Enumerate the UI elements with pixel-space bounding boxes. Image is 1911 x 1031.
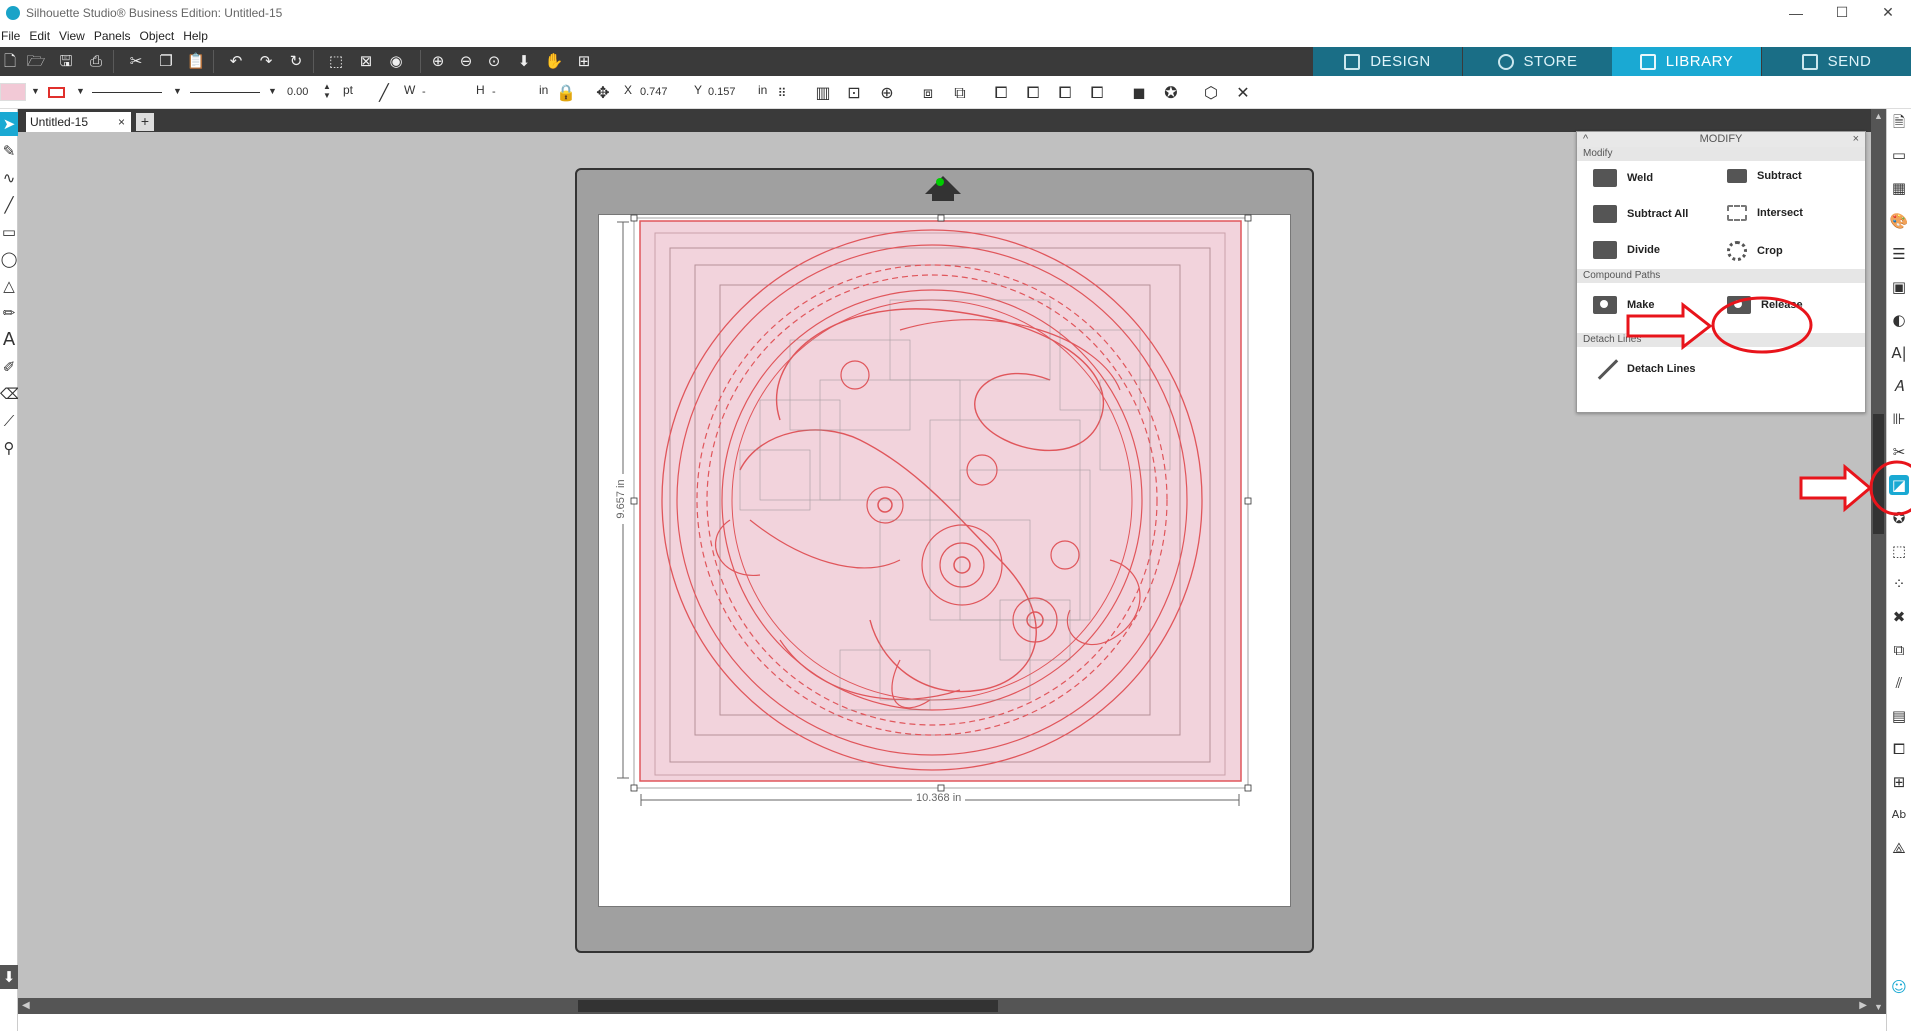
color-palette-icon[interactable]: 🎨 [1889, 211, 1909, 231]
close-panel-icon[interactable]: × [1853, 132, 1859, 147]
replicate-icon[interactable]: ✪ [1889, 508, 1909, 528]
scroll-right-icon[interactable]: ▶ [1859, 1000, 1867, 1011]
trace-icon[interactable]: ⁘ [1889, 574, 1909, 594]
nesting-icon[interactable]: ▤ [1889, 706, 1909, 726]
warp-icon[interactable]: ⟁ [1889, 838, 1909, 858]
weld-label: Weld [1627, 172, 1654, 184]
divide-icon [1593, 241, 1617, 259]
pixscan-icon[interactable]: ▦ [1889, 178, 1909, 198]
scroll-left-icon[interactable]: ◀ [22, 1000, 30, 1011]
modify-panel: ^ MODIFY × Modify Weld Subtract Subtract… [1576, 131, 1866, 413]
transform-panel-icon[interactable]: ✂ [1889, 442, 1909, 462]
detach-lines-button[interactable]: Detach Lines [1593, 360, 1695, 378]
intersect-button[interactable]: Intersect [1727, 205, 1803, 221]
detach-lines-icon [1593, 360, 1617, 378]
collapse-panel-icon[interactable]: ^ [1583, 132, 1588, 147]
divide-label: Divide [1627, 244, 1661, 256]
offset-icon[interactable]: ⬚ [1889, 541, 1909, 561]
horizontal-scroll-thumb[interactable] [578, 1000, 998, 1012]
modify-panel-title: MODIFY [1699, 133, 1743, 145]
vertical-scroll-thumb[interactable] [1873, 414, 1884, 534]
scroll-down-icon[interactable]: ▼ [1874, 1002, 1883, 1012]
align-panel-icon[interactable]: ⊪ [1889, 409, 1909, 429]
help-support-icon[interactable]: ☺ [1889, 977, 1909, 997]
print-cut-icon[interactable]: ⧠ [1889, 739, 1909, 759]
text-to-path-icon[interactable]: 𝐴 [1889, 376, 1909, 396]
release-compound-icon [1727, 296, 1751, 314]
height-dimension-label: 9.657 in [615, 474, 627, 524]
scroll-up-icon[interactable]: ▲ [1874, 111, 1883, 121]
layers-icon[interactable]: ⧉ [1889, 640, 1909, 660]
text-style-icon[interactable]: A| [1889, 343, 1909, 363]
release-compound-button[interactable]: Release [1727, 296, 1803, 314]
page-setup-icon[interactable]: 🗎 [1889, 112, 1909, 132]
make-compound-button[interactable]: Make [1593, 296, 1655, 314]
divide-button[interactable]: Divide [1593, 241, 1660, 259]
modify-panel-icon[interactable]: ◪ [1889, 475, 1909, 495]
subtract-button[interactable]: Subtract [1727, 169, 1802, 183]
release-compound-label: Release [1761, 299, 1803, 311]
sketch-icon[interactable]: ⊞ [1889, 772, 1909, 792]
app-window: Silhouette Studio® Business Edition: Unt… [0, 0, 1911, 1031]
subtract-label: Subtract [1757, 170, 1802, 182]
horizontal-scrollbar[interactable]: ◀ ▶ [18, 998, 1871, 1014]
fill-panel-icon[interactable]: ▭ [1889, 145, 1909, 165]
image-effects-icon[interactable]: ▣ [1889, 277, 1909, 297]
section-detach-lines: Detach Lines [1577, 333, 1865, 347]
make-compound-icon [1593, 296, 1617, 314]
intersect-icon [1727, 205, 1747, 221]
subtract-all-icon [1593, 205, 1617, 223]
modify-panel-header: ^ MODIFY × [1577, 132, 1865, 147]
weld-icon [1593, 169, 1617, 187]
crop-button[interactable]: Crop [1727, 241, 1783, 261]
design-artwork [639, 220, 1242, 782]
line-style-panel-icon[interactable]: ☰ [1889, 244, 1909, 264]
subtract-all-button[interactable]: Subtract All [1593, 205, 1688, 223]
knife-panel-icon[interactable]: ✖ [1889, 607, 1909, 627]
detach-lines-label: Detach Lines [1627, 363, 1696, 375]
font-panel-icon[interactable]: Ab [1889, 805, 1909, 825]
section-compound-paths: Compound Paths [1577, 269, 1865, 283]
crop-label: Crop [1757, 245, 1783, 257]
transparency-icon[interactable]: ◐ [1889, 310, 1909, 330]
subtract-all-label: Subtract All [1627, 208, 1689, 220]
make-compound-label: Make [1627, 299, 1655, 311]
right-panel-toolbar: 🗎 ▭ ▦ 🎨 ☰ ▣ ◐ A| 𝐴 ⊪ ✂ ◪ ✪ ⬚ ⁘ ✖ ⧉ ⫽ ▤ ⧠… [1886, 109, 1911, 1031]
vertical-scrollbar[interactable]: ▲ ▼ [1871, 109, 1886, 1014]
subtract-icon [1727, 169, 1747, 183]
width-dimension-label: 10.368 in [912, 792, 966, 804]
intersect-label: Intersect [1757, 207, 1803, 219]
rhinestone-icon[interactable]: ⫽ [1889, 673, 1909, 693]
weld-button[interactable]: Weld [1593, 169, 1653, 187]
section-modify: Modify [1577, 147, 1865, 161]
crop-icon [1727, 241, 1747, 261]
